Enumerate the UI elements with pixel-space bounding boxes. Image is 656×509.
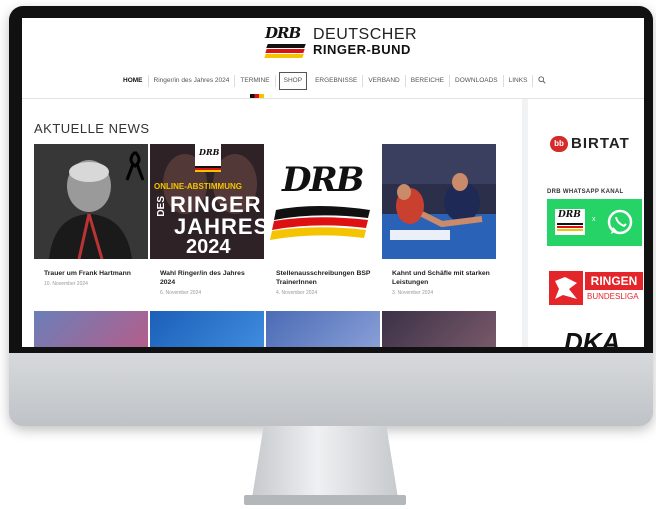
news-thumbnail[interactable]: DRB ONLINE-ABSTIMMUNG DES RINGER JAHRES … [150,144,264,259]
news-card-date: 6. November 2024 [160,290,202,296]
news-card[interactable]: Trauer um Frank Hartmann 10. November 20… [34,144,148,287]
sidebar: bb BIRTAT DRB WHATSAPP KANAL DRB x RINGE… [528,99,644,347]
news-card[interactable]: DRB ONLINE-ABSTIMMUNG DES RINGER JAHRES … [150,144,264,296]
news-card-title[interactable]: Wahl Ringer/in des Jahres 2024 [160,269,258,287]
news-content: AKTUELLE NEWS Trauer um Frank Hartmann 1… [22,99,522,347]
birtat-ad[interactable]: bb BIRTAT [550,135,630,152]
drb-logo-mark: DRB [264,24,307,58]
ringen-subtitle: BUNDESLIGA [587,292,639,301]
nav-links[interactable]: LINKS [504,75,534,87]
monitor-stand [252,426,398,498]
news-card-title[interactable]: Stellenausschreibungen BSP TrainerInnen [276,269,374,287]
whatsapp-icon [607,209,633,235]
nav-shop[interactable]: SHOP [278,72,308,90]
monitor-chin [9,353,653,426]
browser-screen: DRB DEUTSCHER RINGER-BUND HOME Ringer/in… [22,18,644,347]
news-thumbnail[interactable] [34,144,148,259]
nav-bereiche[interactable]: BEREICHE [406,75,450,87]
logo-line1: DEUTSCHER [313,26,418,43]
nav-ergebnisse[interactable]: ERGEBNISSE [310,75,364,87]
nav-home[interactable]: HOME [118,75,149,87]
news-card[interactable]: DRB Stellenausschreibungen BSP TrainerIn… [266,144,380,296]
nav-verband[interactable]: VERBAND [363,75,406,87]
whatsapp-channel-label: DRB WHATSAPP KANAL [547,189,624,195]
site-header: DRB DEUTSCHER RINGER-BUND HOME Ringer/in… [22,18,644,99]
news-card-date: 10. November 2024 [44,281,88,287]
nav-downloads[interactable]: DOWNLOADS [450,75,504,87]
thumb-line: ONLINE-ABSTIMMUNG [154,182,242,191]
news-card-title[interactable]: Trauer um Frank Hartmann [44,269,142,278]
news-card-title[interactable]: Kahnt und Schäfle mit starken Leistungen [392,269,490,287]
site-logo[interactable]: DRB DEUTSCHER RINGER-BUND [264,24,418,58]
news-card-row2[interactable] [34,311,148,347]
news-card-row2[interactable] [150,311,264,347]
separator: x [592,216,596,223]
search-icon[interactable] [533,76,551,86]
news-card-date: 3. November 2024 [392,290,434,296]
news-thumbnail[interactable] [382,144,496,259]
whatsapp-channel-banner[interactable]: DRB x [547,199,642,246]
drb-small-logo: DRB [558,210,581,220]
ringen-bundesliga-logo-icon [549,271,583,305]
active-nav-flag-indicator [250,94,264,98]
news-card-row2[interactable] [382,311,496,347]
nav-termine[interactable]: TERMINE [235,75,276,87]
badge-drb: DRB [199,147,220,157]
section-title: AKTUELLE NEWS [34,121,150,136]
news-card-row2[interactable] [266,311,380,347]
birtat-name: BIRTAT [571,135,630,152]
ringen-title: RINGEN [585,272,643,290]
ringen-bundesliga-ad[interactable]: RINGEN BUNDESLIGA [549,269,643,307]
dka-logo[interactable]: DKA [564,327,620,347]
monitor-stand-base [244,495,406,505]
main-nav: HOME Ringer/in des Jahres 2024 TERMINE S… [118,72,551,90]
thumb-line: DES [156,196,167,217]
news-card[interactable]: Kahnt und Schäfle mit starken Leistungen… [382,144,496,296]
birtat-logo-icon: bb [550,135,568,152]
nav-ringer-des-jahres[interactable]: Ringer/in des Jahres 2024 [149,75,236,87]
news-thumbnail[interactable]: DRB [266,144,380,259]
news-card-date: 4. November 2024 [276,290,318,296]
thumb-line: 2024 [186,236,231,258]
logo-line2: RINGER-BUND [313,42,411,57]
